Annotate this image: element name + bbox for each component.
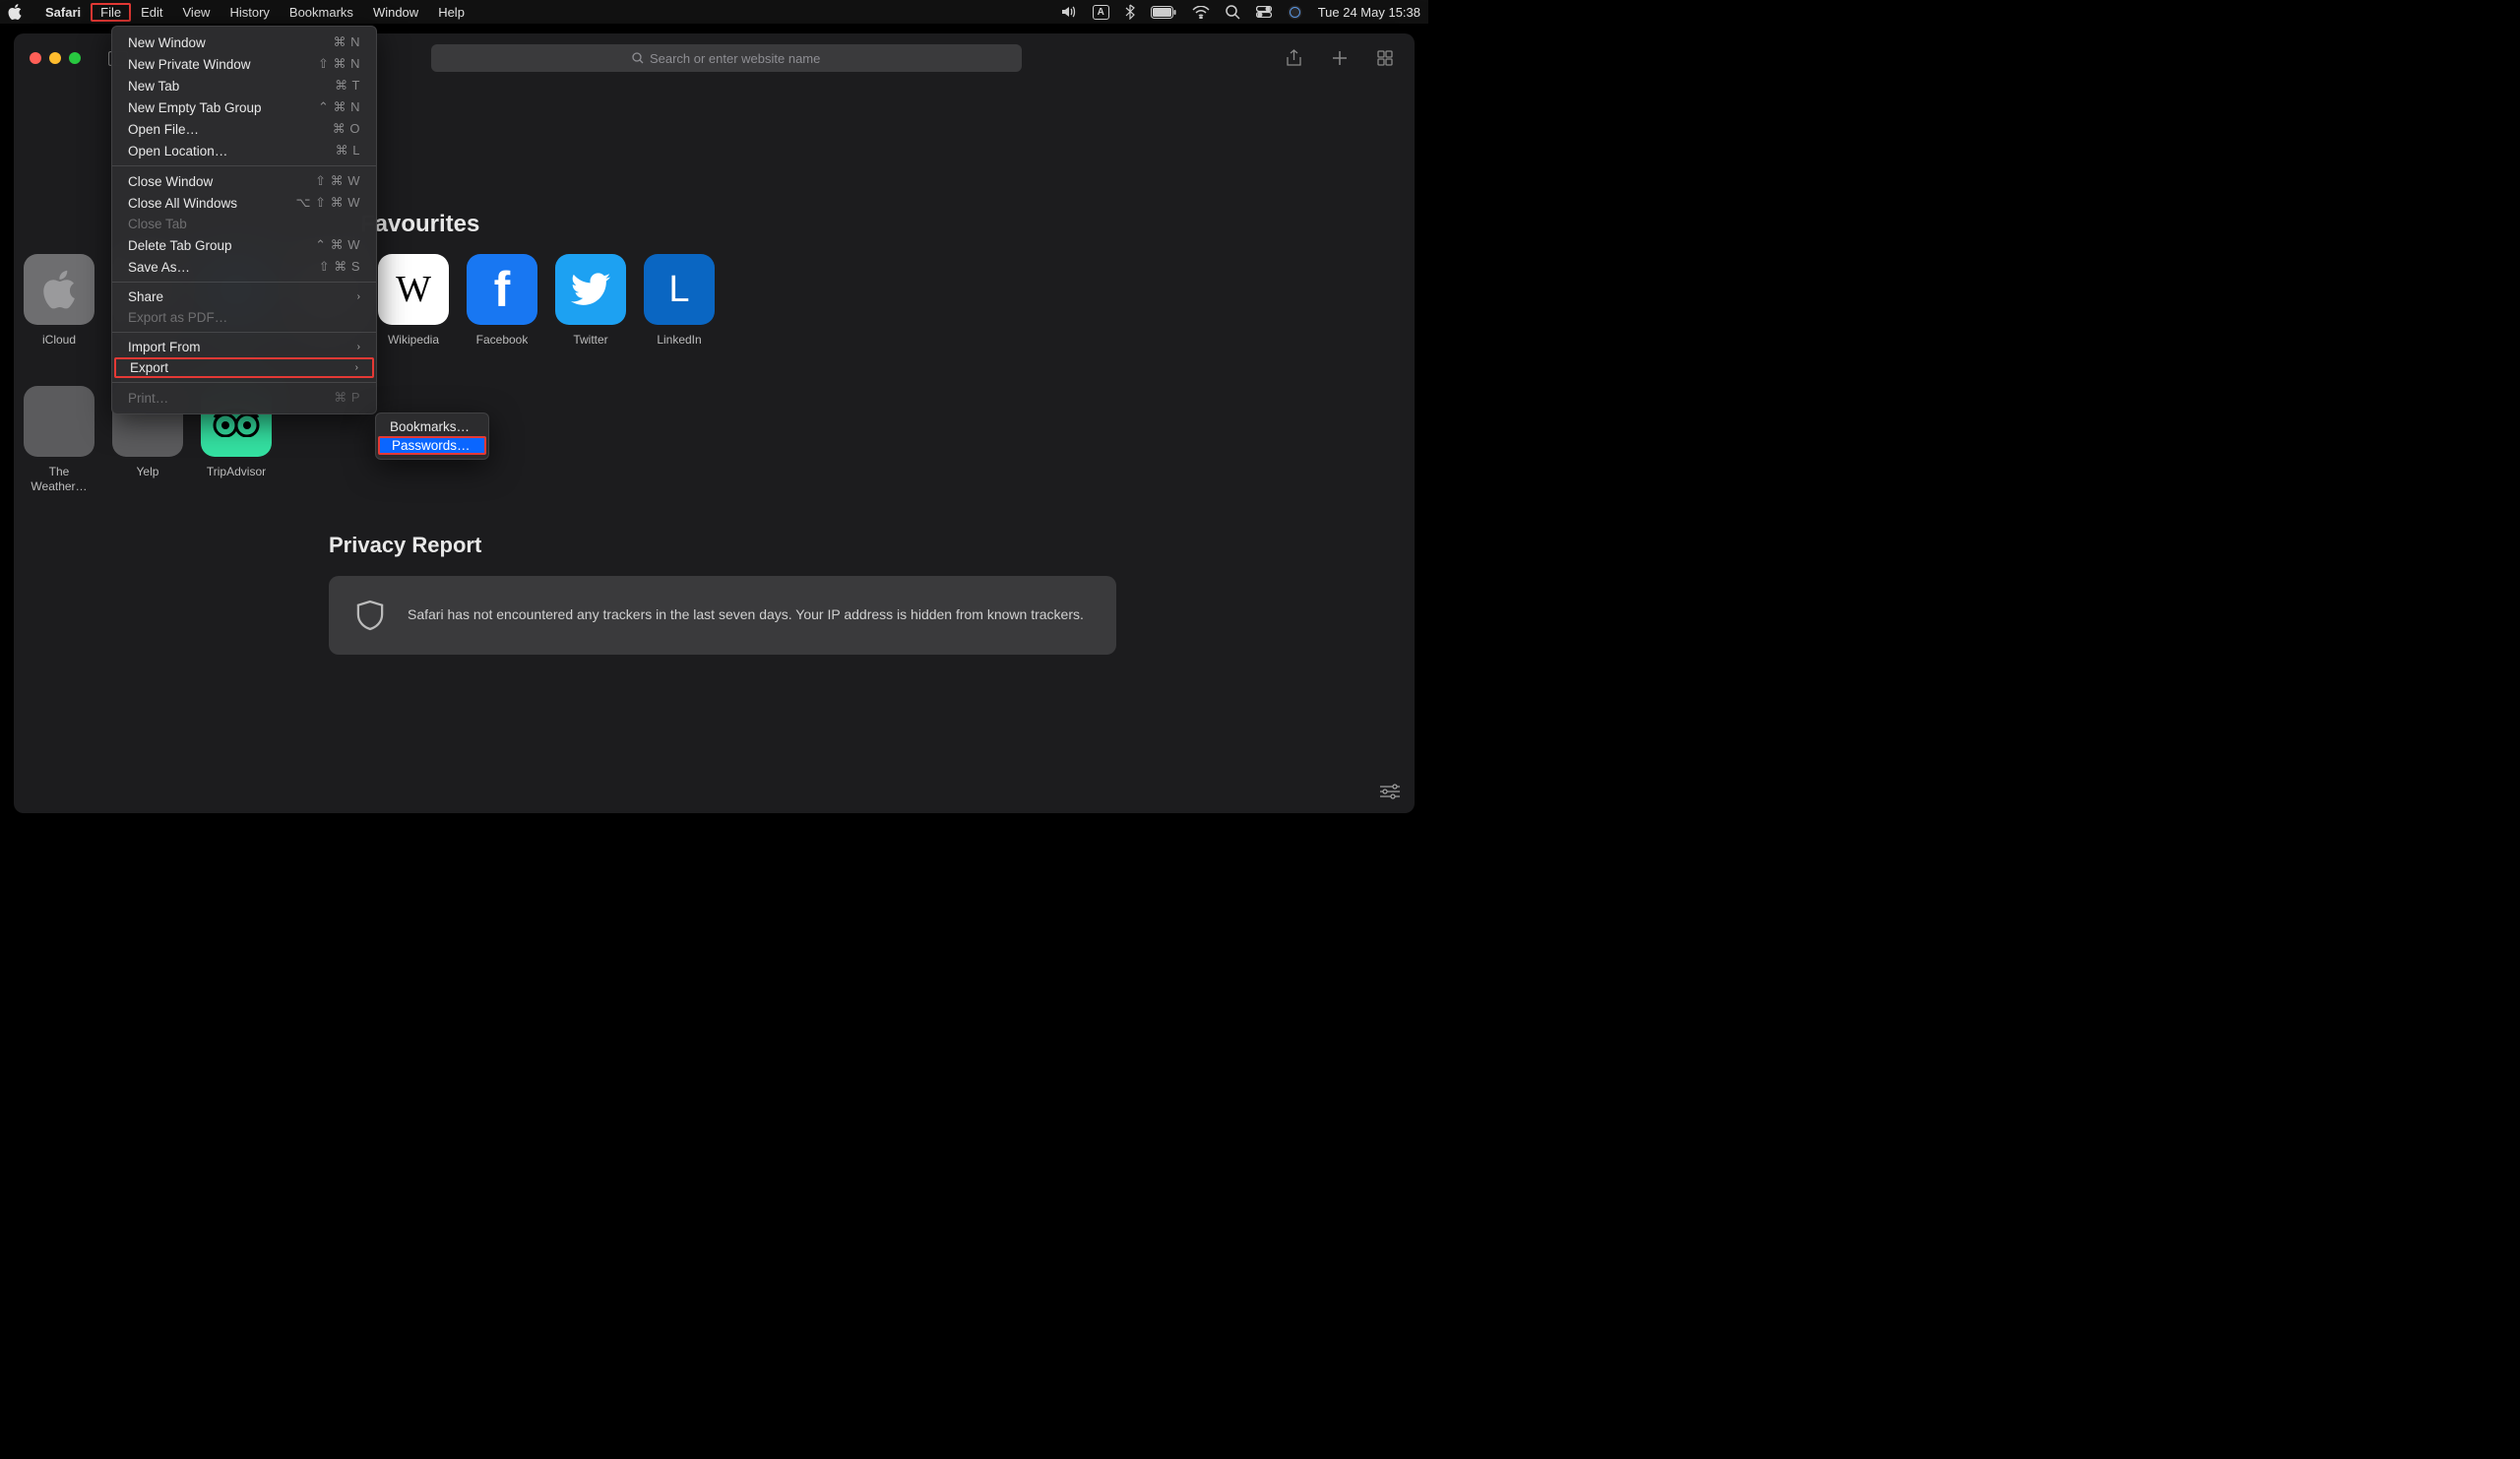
favourite-icon bbox=[24, 386, 94, 457]
tab-overview-button[interactable] bbox=[1371, 44, 1399, 72]
menu-separator bbox=[112, 165, 376, 166]
favourite-icon bbox=[24, 254, 94, 325]
favourite-icon: W bbox=[378, 254, 449, 325]
app-name[interactable]: Safari bbox=[35, 5, 91, 20]
favourite-twitter[interactable]: Twitter bbox=[555, 254, 626, 347]
favourite-label: iCloud bbox=[42, 333, 76, 347]
menu-item-import-from[interactable]: Import From› bbox=[112, 337, 376, 357]
menu-separator bbox=[112, 382, 376, 383]
favourite-label: LinkedIn bbox=[657, 333, 701, 347]
spotlight-icon[interactable] bbox=[1226, 5, 1240, 20]
export-submenu: Bookmarks… Passwords… bbox=[375, 412, 489, 460]
favourite-icloud[interactable]: iCloud bbox=[24, 254, 94, 347]
control-center-icon[interactable] bbox=[1256, 6, 1272, 18]
favourite-icon: f bbox=[467, 254, 537, 325]
close-window-button[interactable] bbox=[30, 52, 41, 64]
privacy-report-card[interactable]: Safari has not encountered any trackers … bbox=[329, 576, 1116, 655]
chevron-right-icon: › bbox=[357, 342, 360, 352]
favourite-label: Yelp bbox=[137, 465, 159, 478]
volume-icon[interactable] bbox=[1061, 5, 1077, 19]
menu-item-close-all-windows[interactable]: Close All Windows⌥ ⇧ ⌘ W bbox=[112, 192, 376, 214]
menu-item-share[interactable]: Share› bbox=[112, 286, 376, 307]
apple-logo-icon[interactable] bbox=[8, 4, 22, 20]
menubar-left: Safari File Edit View History Bookmarks … bbox=[8, 3, 474, 22]
menu-item-close-window[interactable]: Close Window⇧ ⌘ W bbox=[112, 170, 376, 192]
menu-item-open-file-[interactable]: Open File…⌘ O bbox=[112, 118, 376, 140]
bluetooth-icon[interactable] bbox=[1125, 4, 1135, 20]
search-icon bbox=[632, 52, 644, 64]
privacy-report-heading: Privacy Report bbox=[329, 533, 1365, 558]
battery-icon[interactable] bbox=[1151, 6, 1176, 19]
window-controls bbox=[30, 52, 81, 64]
share-button[interactable] bbox=[1281, 44, 1308, 72]
menu-window[interactable]: Window bbox=[363, 3, 428, 22]
menu-item-export-as-pdf-: Export as PDF… bbox=[112, 307, 376, 328]
siri-icon[interactable] bbox=[1288, 5, 1302, 20]
menu-item-delete-tab-group[interactable]: Delete Tab Group⌃ ⌘ W bbox=[112, 234, 376, 256]
address-bar[interactable]: Search or enter website name bbox=[431, 44, 1022, 72]
menu-view[interactable]: View bbox=[173, 3, 220, 22]
favourite-icon bbox=[555, 254, 626, 325]
maximize-window-button[interactable] bbox=[69, 52, 81, 64]
favourite-the-weather-[interactable]: The Weather… bbox=[24, 386, 94, 493]
favourite-icon: L bbox=[644, 254, 715, 325]
chevron-right-icon: › bbox=[357, 291, 360, 302]
chevron-right-icon: › bbox=[355, 362, 358, 373]
favourite-label: Facebook bbox=[476, 333, 529, 347]
privacy-report-text: Safari has not encountered any trackers … bbox=[408, 605, 1084, 625]
wifi-icon[interactable] bbox=[1192, 6, 1210, 19]
toolbar-right bbox=[1281, 44, 1399, 72]
customize-start-page-button[interactable] bbox=[1379, 784, 1401, 799]
export-passwords-item[interactable]: Passwords… bbox=[378, 436, 486, 455]
menu-item-new-private-window[interactable]: New Private Window⇧ ⌘ N bbox=[112, 53, 376, 75]
menubar-right: A Tue 24 May 15:38 bbox=[1061, 4, 1420, 20]
favourites-heading: Favourites bbox=[360, 211, 1365, 238]
macos-menubar: Safari File Edit View History Bookmarks … bbox=[0, 0, 1428, 24]
menu-item-close-tab: Close Tab bbox=[112, 214, 376, 234]
favourite-label: TripAdvisor bbox=[207, 465, 266, 478]
menu-item-new-tab[interactable]: New Tab⌘ T bbox=[112, 75, 376, 96]
menu-item-new-window[interactable]: New Window⌘ N bbox=[112, 32, 376, 53]
file-menu-dropdown: New Window⌘ NNew Private Window⇧ ⌘ NNew … bbox=[111, 26, 377, 414]
menu-separator bbox=[112, 332, 376, 333]
minimize-window-button[interactable] bbox=[49, 52, 61, 64]
new-tab-button[interactable] bbox=[1326, 44, 1354, 72]
menu-history[interactable]: History bbox=[220, 3, 279, 22]
favourite-label: The Weather… bbox=[24, 465, 94, 493]
menu-item-open-location-[interactable]: Open Location…⌘ L bbox=[112, 140, 376, 161]
favourite-facebook[interactable]: f Facebook bbox=[467, 254, 537, 347]
menu-item-save-as-[interactable]: Save As…⇧ ⌘ S bbox=[112, 256, 376, 278]
menu-file[interactable]: File bbox=[91, 3, 131, 22]
favourite-wikipedia[interactable]: W Wikipedia bbox=[378, 254, 449, 347]
menubar-datetime[interactable]: Tue 24 May 15:38 bbox=[1318, 5, 1420, 20]
menu-item-new-empty-tab-group[interactable]: New Empty Tab Group⌃ ⌘ N bbox=[112, 96, 376, 118]
menu-item-print-: Print…⌘ P bbox=[112, 387, 376, 409]
favourite-linkedin[interactable]: L LinkedIn bbox=[644, 254, 715, 347]
favourite-label: Twitter bbox=[573, 333, 607, 347]
menu-separator bbox=[112, 282, 376, 283]
menu-item-export[interactable]: Export› bbox=[114, 357, 374, 378]
menu-help[interactable]: Help bbox=[428, 3, 474, 22]
address-placeholder: Search or enter website name bbox=[650, 51, 820, 66]
input-source-icon[interactable]: A bbox=[1093, 5, 1109, 20]
favourite-label: Wikipedia bbox=[388, 333, 439, 347]
shield-icon bbox=[356, 600, 384, 631]
export-bookmarks-item[interactable]: Bookmarks… bbox=[376, 417, 488, 436]
menu-bookmarks[interactable]: Bookmarks bbox=[280, 3, 363, 22]
menu-edit[interactable]: Edit bbox=[131, 3, 172, 22]
